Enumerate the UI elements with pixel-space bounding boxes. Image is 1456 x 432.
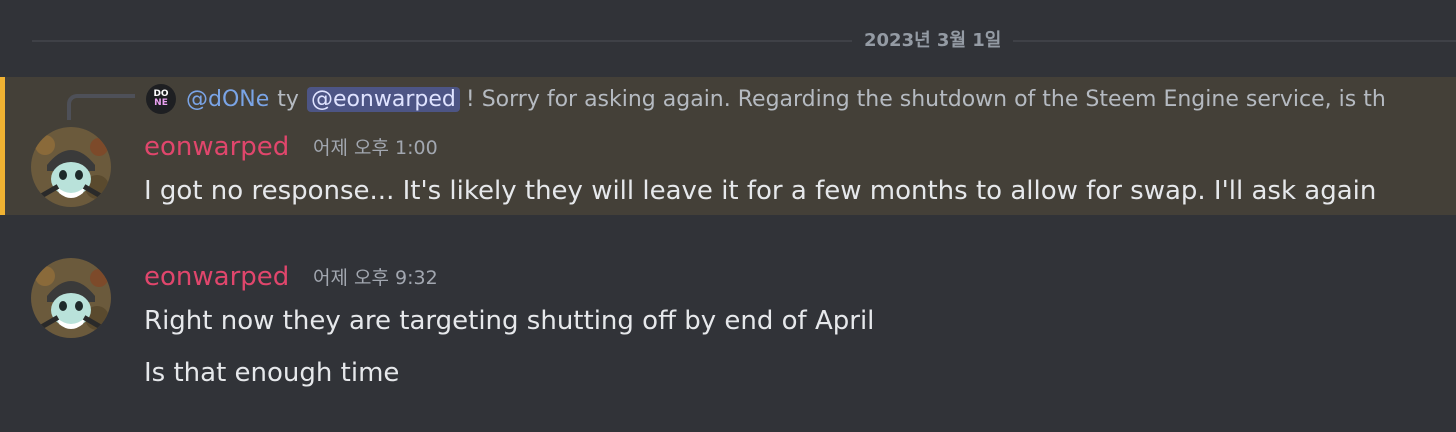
- reply-preview[interactable]: DO NE @dONe ty @eonwarped ! Sorry for ask…: [146, 82, 1386, 116]
- message-content: Right now they are targeting shutting of…: [144, 306, 875, 336]
- date-divider-line: [32, 40, 1456, 42]
- message-username[interactable]: eonwarped: [144, 131, 289, 163]
- message-timestamp: 어제 오후 9:32: [313, 267, 438, 289]
- message-username[interactable]: eonwarped: [144, 261, 289, 293]
- date-divider-label: 2023년 3월 1일: [852, 28, 1014, 54]
- reply-text: ty: [277, 86, 299, 112]
- message-content: I got no response... It's likely they wi…: [144, 176, 1377, 206]
- reply-spine: [67, 94, 135, 120]
- message-timestamp: 어제 오후 1:00: [313, 137, 438, 159]
- reply-author[interactable]: @dONe: [186, 87, 269, 112]
- avatar-image: [31, 258, 111, 338]
- avatar[interactable]: [31, 127, 111, 207]
- reply-text-rest: ! Sorry for asking again. Regarding the …: [465, 86, 1386, 112]
- avatar[interactable]: [31, 258, 111, 338]
- avatar-image: [31, 127, 111, 207]
- message-content: Is that enough time: [144, 358, 400, 388]
- reply-mention[interactable]: @eonwarped: [306, 86, 460, 112]
- done-logo-icon[interactable]: DO NE: [146, 84, 176, 114]
- chat-message-list: 2023년 3월 1일 DO NE @dONe ty @eonwarped ! S…: [0, 0, 1456, 432]
